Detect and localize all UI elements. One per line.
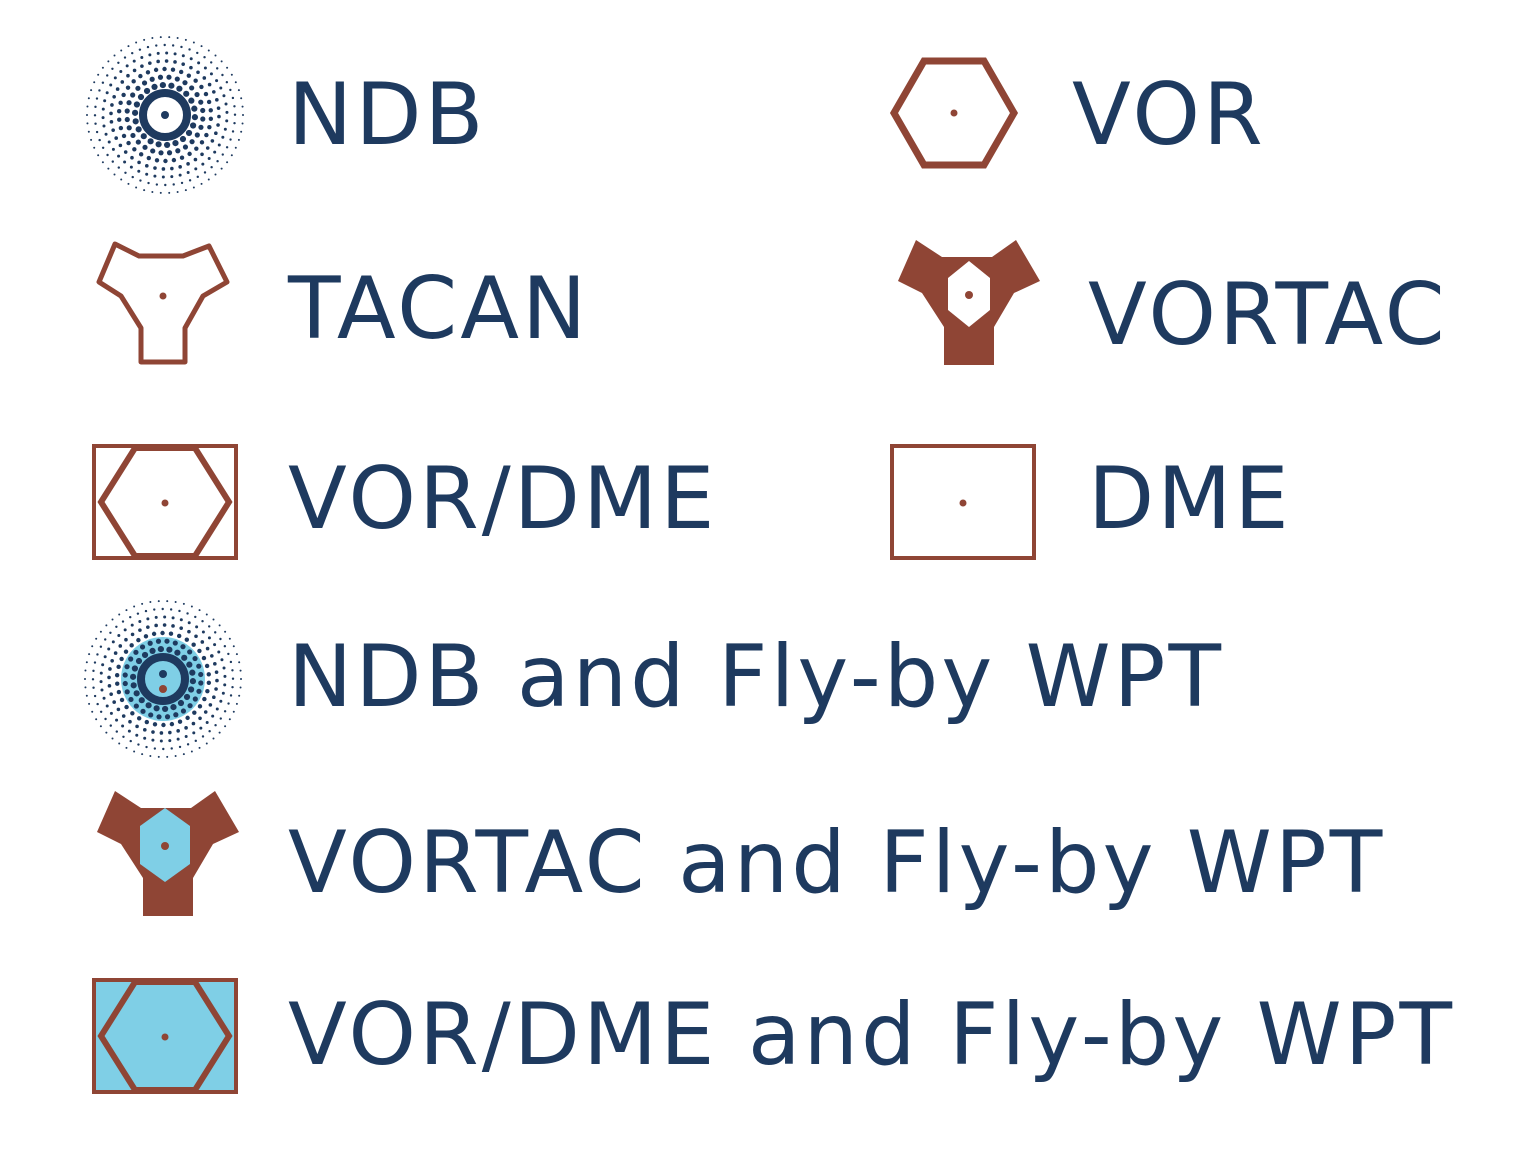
legend-label-ndb-flyby: NDB and Fly-by WPT	[288, 627, 1225, 727]
dme-square-icon	[890, 444, 1036, 560]
tacan-icon	[96, 241, 230, 365]
vor-hexagon-icon	[889, 57, 1019, 169]
legend-label-vor-dme-flyby: VOR/DME and Fly-by WPT	[288, 985, 1455, 1085]
vortac-icon	[898, 240, 1040, 365]
legend-label-tacan: TACAN	[288, 259, 590, 359]
vor-dme-flyby-waypoint-icon	[92, 978, 238, 1094]
legend-label-vortac-flyby: VORTAC and Fly-by WPT	[288, 813, 1386, 913]
legend-label-vor-dme: VOR/DME	[288, 449, 718, 549]
ndb-flyby-waypoint-icon	[84, 600, 242, 758]
navaid-symbol-legend: NDB VOR TACAN VORTAC VOR/DME DME NDB and…	[0, 0, 1535, 1166]
vor-dme-icon	[92, 444, 238, 560]
legend-label-vortac: VORTAC	[1088, 265, 1448, 365]
ndb-icon	[86, 36, 244, 194]
legend-label-dme: DME	[1088, 449, 1292, 549]
legend-label-ndb: NDB	[288, 65, 487, 165]
vortac-flyby-waypoint-icon	[97, 791, 239, 916]
legend-label-vor: VOR	[1072, 65, 1266, 165]
